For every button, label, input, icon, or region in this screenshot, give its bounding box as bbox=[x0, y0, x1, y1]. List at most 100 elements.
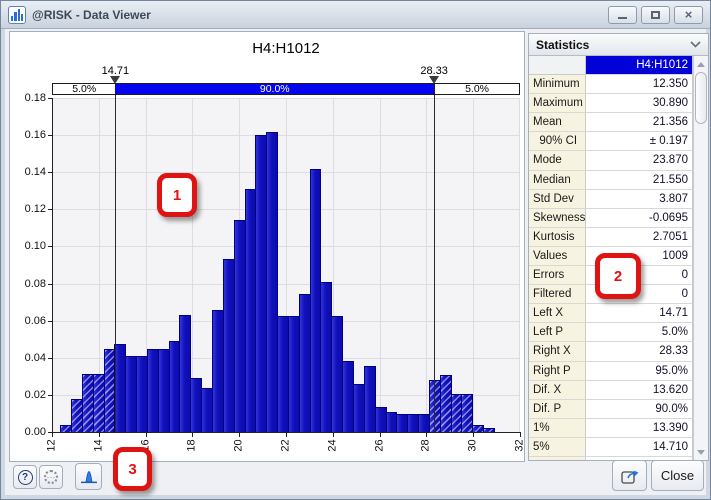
stat-label: 10% bbox=[529, 457, 586, 460]
x-axis-tick bbox=[473, 433, 474, 437]
minimize-button[interactable] bbox=[608, 6, 637, 24]
x-axis-tick bbox=[286, 433, 287, 437]
gridline-horizontal bbox=[52, 284, 520, 285]
window-title: @RISK - Data Viewer bbox=[32, 8, 151, 22]
statistics-panel: Statistics H4:H1012 Minimum12.350Maximum… bbox=[528, 33, 709, 461]
x-axis-tick bbox=[99, 433, 100, 437]
help-button[interactable]: ? bbox=[13, 465, 37, 489]
right-delimiter-handle[interactable] bbox=[429, 76, 439, 84]
probability-band: 5.0% 90.0% 5.0% bbox=[52, 83, 520, 95]
gridline-horizontal bbox=[52, 98, 520, 99]
scrollbar-up-button[interactable] bbox=[694, 58, 708, 70]
statistics-header-label: Statistics bbox=[536, 38, 589, 52]
stat-value: -0.0695 bbox=[586, 209, 693, 228]
down-arrow-icon bbox=[697, 450, 705, 455]
chevron-down-icon bbox=[690, 41, 701, 48]
stat-value: 28.33 bbox=[586, 342, 693, 361]
right-tail-percent: 5.0% bbox=[434, 83, 520, 95]
chart-panel: H4:H1012 14.71 28.33 5.0% 90.0% 5.0% 0.0… bbox=[9, 31, 525, 462]
stats-row: Kurtosis2.7051 bbox=[529, 228, 693, 247]
stats-column-header[interactable]: H4:H1012 bbox=[586, 56, 693, 75]
stat-label: Std Dev bbox=[529, 190, 586, 209]
distribution-peak-icon bbox=[80, 469, 98, 484]
stats-row: Left X14.71 bbox=[529, 304, 693, 323]
y-axis-label: 0.04 bbox=[12, 352, 46, 364]
stat-label: Left P bbox=[529, 323, 586, 342]
callout-badge-3: 3 bbox=[113, 447, 152, 491]
left-delimiter-handle[interactable] bbox=[110, 76, 120, 84]
stat-label: Kurtosis bbox=[529, 228, 586, 247]
stats-row: 90% CI± 0.197 bbox=[529, 132, 693, 151]
app-logo-icon bbox=[8, 6, 26, 24]
stat-label: Minimum bbox=[529, 75, 586, 94]
stats-row: 1%13.390 bbox=[529, 419, 693, 438]
stats-row: Dif. X13.620 bbox=[529, 381, 693, 400]
stat-label: Right X bbox=[529, 342, 586, 361]
stat-label: Dif. X bbox=[529, 381, 586, 400]
export-button[interactable] bbox=[612, 460, 647, 491]
stats-row: Minimum12.350 bbox=[529, 75, 693, 94]
x-axis-tick bbox=[333, 433, 334, 437]
stats-row: Median21.550 bbox=[529, 171, 693, 190]
x-axis-tick bbox=[146, 433, 147, 437]
stats-row: 5%14.710 bbox=[529, 438, 693, 457]
close-window-button[interactable]: × bbox=[674, 6, 703, 24]
stat-value: ± 0.197 bbox=[586, 132, 693, 151]
stat-label: 90% CI bbox=[529, 132, 586, 151]
histogram-plot bbox=[52, 98, 520, 432]
stat-value: 14.71 bbox=[586, 304, 693, 323]
risk-data-viewer-window: @RISK - Data Viewer × H4:H1012 14.71 28.… bbox=[0, 0, 711, 500]
scrollbar-thumb[interactable] bbox=[695, 72, 707, 124]
distribution-view-button[interactable] bbox=[75, 463, 102, 490]
stats-row: Left P5.0% bbox=[529, 323, 693, 342]
stat-label: Skewness bbox=[529, 209, 586, 228]
settings-button[interactable]: ··· bbox=[39, 465, 63, 489]
gridline-horizontal bbox=[52, 172, 520, 173]
stat-label: Left X bbox=[529, 304, 586, 323]
maximize-button[interactable] bbox=[641, 6, 670, 24]
gridline-vertical bbox=[519, 98, 520, 432]
right-delimiter-line bbox=[434, 95, 435, 432]
stats-row: Mode23.870 bbox=[529, 151, 693, 170]
left-tail-percent: 5.0% bbox=[52, 83, 116, 95]
close-icon: × bbox=[685, 8, 693, 21]
statistics-header[interactable]: Statistics bbox=[529, 34, 708, 56]
help-icon: ? bbox=[18, 470, 33, 485]
stats-row: Right P95.0% bbox=[529, 362, 693, 381]
y-axis-label: 0.02 bbox=[12, 389, 46, 401]
y-axis-label: 0.18 bbox=[12, 92, 46, 104]
stat-label: 5% bbox=[529, 438, 586, 457]
window-controls: × bbox=[608, 6, 703, 24]
x-axis-tick bbox=[239, 433, 240, 437]
center-percent: 90.0% bbox=[115, 83, 434, 95]
y-axis-label: 0.14 bbox=[12, 166, 46, 178]
x-axis-tick bbox=[380, 433, 381, 437]
gridline-vertical bbox=[426, 98, 427, 432]
callout-badge-1: 1 bbox=[157, 173, 197, 217]
title-bar: @RISK - Data Viewer × bbox=[1, 1, 710, 29]
stat-label: Mode bbox=[529, 151, 586, 170]
stats-column-header-row: H4:H1012 bbox=[529, 56, 693, 75]
stat-value: 5.0% bbox=[586, 323, 693, 342]
y-axis-line bbox=[52, 98, 53, 433]
chart-title: H4:H1012 bbox=[52, 40, 520, 57]
up-arrow-icon bbox=[697, 62, 705, 67]
gridline-horizontal bbox=[52, 246, 520, 247]
maximize-icon bbox=[651, 11, 660, 19]
x-axis-tick bbox=[52, 433, 53, 437]
corner-cell bbox=[529, 56, 586, 75]
x-axis-tick bbox=[426, 433, 427, 437]
stat-label: Values bbox=[529, 247, 586, 266]
stat-value: 95.0% bbox=[586, 362, 693, 381]
close-button[interactable]: Close bbox=[651, 460, 704, 491]
stat-value: 21.356 bbox=[586, 113, 693, 132]
y-axis-label: 0.08 bbox=[12, 278, 46, 290]
stat-label: Dif. P bbox=[529, 400, 586, 419]
stat-value: 13.620 bbox=[586, 381, 693, 400]
stats-row: Std Dev3.807 bbox=[529, 190, 693, 209]
scrollbar-down-button[interactable] bbox=[694, 446, 708, 458]
x-axis-tick bbox=[192, 433, 193, 437]
y-axis-label: 0.12 bbox=[12, 203, 46, 215]
gridline-horizontal bbox=[52, 209, 520, 210]
stat-label: Maximum bbox=[529, 94, 586, 113]
